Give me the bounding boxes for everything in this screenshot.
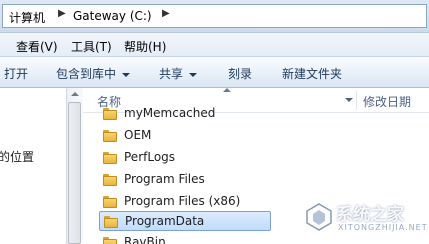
scroll-up-arrow-icon[interactable] — [71, 92, 79, 96]
navigation-pane: 的位置 — [0, 88, 66, 244]
new-folder-button[interactable]: 新建文件夹 — [282, 65, 342, 82]
chevron-down-icon — [122, 72, 131, 77]
folder-icon — [103, 152, 117, 164]
breadcrumb-drive[interactable]: Gateway (C:) — [73, 9, 152, 23]
list-item[interactable]: Program Files (x86) — [99, 192, 277, 212]
breadcrumb-separator-icon[interactable]: ▶ — [58, 8, 66, 19]
command-bar: 打开 包含到库中 共享 刻录 新建文件夹 — [0, 56, 429, 88]
burn-label: 刻录 — [228, 67, 253, 81]
folder-name: PerfLogs — [124, 150, 176, 164]
include-in-library-label: 包含到库中 — [56, 67, 117, 81]
column-divider[interactable] — [356, 91, 357, 110]
folder-icon — [103, 130, 117, 142]
folder-icon — [103, 196, 117, 208]
folder-icon — [103, 237, 117, 244]
open-button[interactable]: 打开 — [4, 65, 28, 82]
menu-bar: 查看(V) 工具(T) 帮助(H) — [0, 32, 429, 57]
menu-tools[interactable]: 工具(T) — [71, 38, 112, 55]
address-bar-area: 计算机 ▶ Gateway (C:) ▶ — [0, 0, 429, 32]
list-item-selected[interactable]: ProgramData — [99, 211, 271, 231]
list-item[interactable]: OEM — [99, 126, 277, 146]
list-item[interactable]: RavBin — [99, 233, 277, 244]
folder-name: RavBin — [124, 235, 166, 244]
watermark-logo-icon — [306, 203, 332, 231]
include-in-library-button[interactable]: 包含到库中 — [56, 65, 131, 82]
watermark-text: 系统之家 — [336, 205, 404, 225]
breadcrumb-separator-icon[interactable]: ▶ — [162, 8, 170, 19]
folder-name: Program Files — [124, 172, 205, 186]
column-header-date-modified[interactable]: 修改日期 — [363, 93, 411, 110]
share-label: 共享 — [159, 67, 184, 81]
nav-item-partial[interactable]: 的位置 — [0, 148, 34, 165]
open-label: 打开 — [4, 67, 29, 81]
folder-icon — [104, 216, 118, 228]
menu-view[interactable]: 查看(V) — [16, 38, 58, 55]
folder-icon — [103, 108, 117, 120]
share-button[interactable]: 共享 — [159, 65, 198, 82]
folder-name: myMemcached — [124, 106, 216, 120]
address-bar[interactable]: 计算机 ▶ Gateway (C:) ▶ — [2, 4, 427, 28]
folder-icon — [103, 174, 117, 186]
watermark: 系统之家 XITONGZHIJIA.NET — [302, 196, 428, 242]
watermark-subtext: XITONGZHIJIA.NET — [338, 223, 428, 232]
nav-scrollbar[interactable] — [66, 88, 83, 244]
burn-button[interactable]: 刻录 — [228, 65, 252, 82]
breadcrumb-computer[interactable]: 计算机 — [9, 9, 45, 26]
chevron-down-icon — [189, 72, 198, 77]
folder-name: ProgramData — [125, 214, 205, 228]
list-item[interactable]: PerfLogs — [99, 148, 277, 168]
list-item[interactable]: Program Files — [99, 170, 277, 190]
list-item[interactable]: myMemcached — [99, 104, 277, 124]
sort-ascending-icon — [223, 88, 231, 92]
menu-help[interactable]: 帮助(H) — [124, 38, 166, 55]
new-folder-label: 新建文件夹 — [282, 67, 343, 81]
folder-name: Program Files (x86) — [124, 194, 241, 208]
column-filter-dropdown-icon[interactable] — [345, 98, 353, 102]
folder-name: OEM — [124, 128, 152, 142]
nav-scrollbar-thumb[interactable] — [68, 102, 81, 244]
